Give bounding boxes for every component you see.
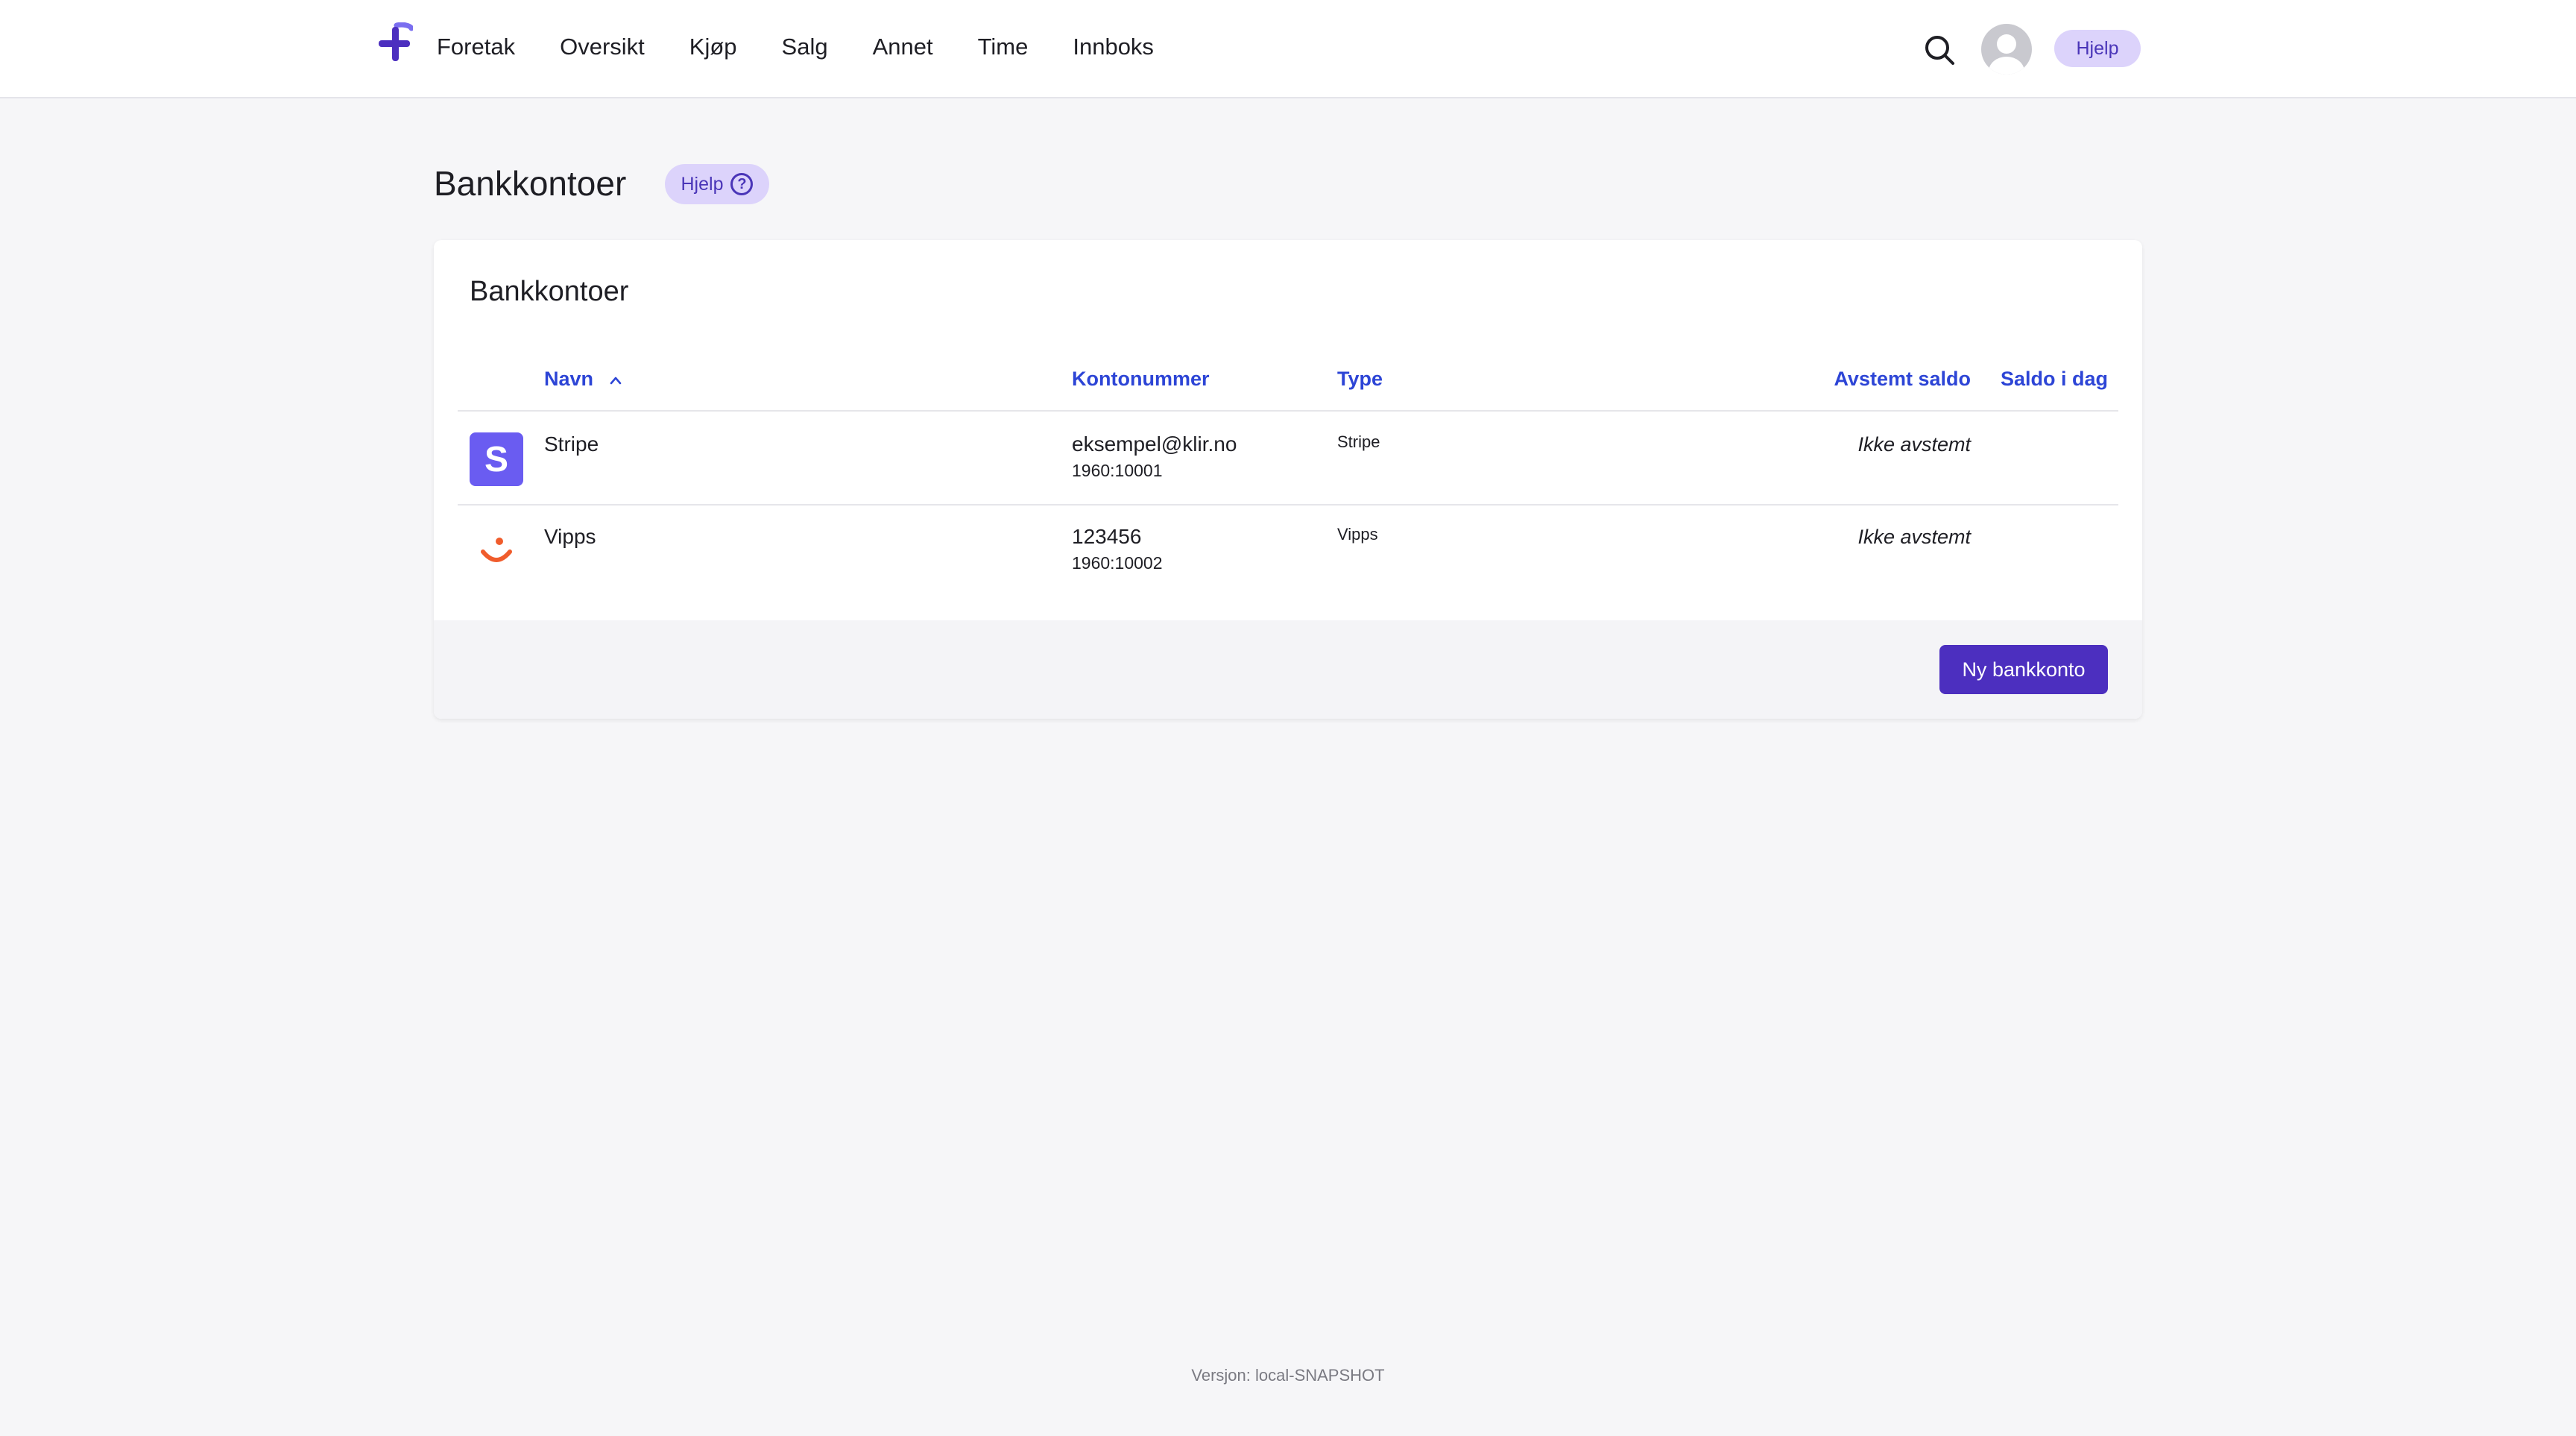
nav-item-salg[interactable]: Salg bbox=[782, 34, 828, 60]
column-header-name[interactable]: Navn bbox=[544, 364, 622, 394]
column-header-type[interactable]: Type bbox=[1337, 364, 1383, 394]
row-account-number: 123456 bbox=[1072, 525, 1142, 548]
row-name: Stripe bbox=[544, 432, 599, 456]
stripe-logo-icon: S bbox=[470, 432, 523, 486]
row-reconciled-balance: Ikke avstemt bbox=[1857, 526, 1971, 548]
nav-item-foretak[interactable]: Foretak bbox=[437, 34, 515, 60]
search-icon[interactable] bbox=[1923, 34, 1956, 66]
new-bank-account-button[interactable]: Ny bankkonto bbox=[1939, 645, 2108, 694]
row-ledger-account: 1960:10002 bbox=[1072, 553, 1163, 573]
row-name: Vipps bbox=[544, 525, 596, 548]
header-divider bbox=[458, 410, 2118, 412]
vipps-logo-icon bbox=[481, 538, 512, 562]
nav-item-time[interactable]: Time bbox=[978, 34, 1029, 60]
column-header-name-label: Navn bbox=[544, 368, 594, 390]
row-reconciled-balance: Ikke avstemt bbox=[1857, 433, 1971, 456]
column-header-today[interactable]: Saldo i dag bbox=[1969, 364, 2108, 394]
header-help-button[interactable]: Hjelp bbox=[2054, 30, 2141, 67]
column-header-reconciled[interactable]: Avstemt saldo bbox=[1673, 364, 1971, 394]
version-label: Versjon: local-SNAPSHOT bbox=[1191, 1366, 1385, 1385]
nav-item-kjop[interactable]: Kjøp bbox=[689, 34, 737, 60]
top-navigation-bar: Foretak Oversikt Kjøp Salg Annet Time In… bbox=[0, 0, 2576, 98]
row-divider bbox=[458, 504, 2118, 506]
row-type: Stripe bbox=[1337, 432, 1380, 451]
row-account-number: eksempel@klir.no bbox=[1072, 432, 1237, 456]
avatar-silhouette-icon bbox=[1989, 34, 2024, 75]
plus-logo-icon[interactable] bbox=[377, 22, 413, 64]
nav-item-annet[interactable]: Annet bbox=[873, 34, 933, 60]
row-ledger-account: 1960:10001 bbox=[1072, 461, 1163, 480]
card-title: Bankkontoer bbox=[470, 276, 629, 307]
column-header-account[interactable]: Kontonummer bbox=[1072, 364, 1210, 394]
question-circle-icon: ? bbox=[730, 173, 754, 195]
main-nav: Foretak Oversikt Kjøp Salg Annet Time In… bbox=[437, 0, 1199, 94]
nav-item-oversikt[interactable]: Oversikt bbox=[560, 34, 645, 60]
page-help-button[interactable]: Hjelp ? bbox=[665, 164, 769, 204]
row-type: Vipps bbox=[1337, 525, 1378, 544]
card-footer bbox=[434, 620, 2142, 719]
user-avatar-icon[interactable] bbox=[1981, 24, 2032, 75]
bank-accounts-card: Bankkontoer Navn Kontonummer Type Avstem… bbox=[434, 240, 2142, 719]
page-title: Bankkontoer bbox=[434, 164, 627, 203]
page-help-label: Hjelp bbox=[681, 173, 724, 195]
nav-item-innboks[interactable]: Innboks bbox=[1073, 34, 1154, 60]
chevron-up-icon bbox=[610, 377, 621, 385]
